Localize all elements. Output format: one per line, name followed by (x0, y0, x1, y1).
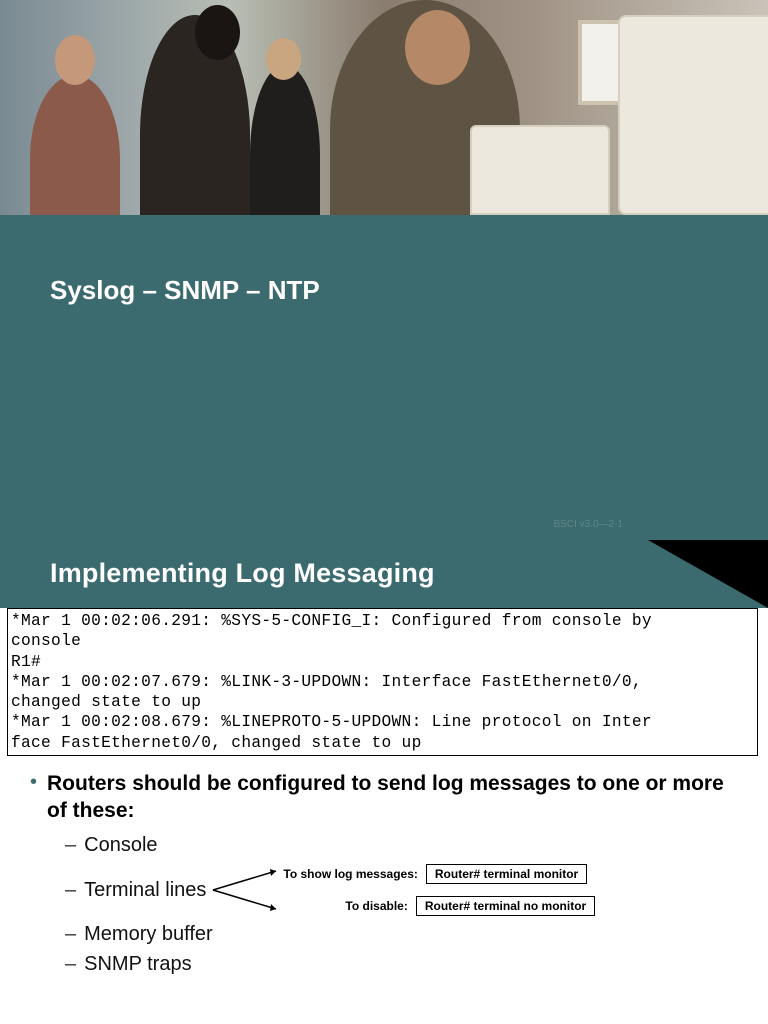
hero-person (30, 75, 120, 215)
bullet-icon: • (30, 771, 37, 794)
command-box: Router# terminal monitor (426, 864, 587, 884)
dash-icon: – (65, 879, 76, 902)
dash-icon: – (65, 923, 76, 946)
command-row-disable: To disable: Router# terminal no monitor (283, 896, 595, 916)
hero-image (0, 0, 768, 215)
log-line: face FastEthernet0/0, changed state to u… (11, 733, 754, 753)
log-line: R1# (11, 652, 754, 672)
list-item-console: – Console (65, 834, 738, 857)
corner-triangle (648, 540, 768, 608)
command-label: To show log messages: (283, 867, 417, 881)
hero-person (250, 65, 320, 215)
section-title: Implementing Log Messaging (50, 558, 435, 589)
list-item-label: Terminal lines (84, 879, 206, 902)
hero-head (405, 10, 470, 85)
connector-arrows-icon (208, 865, 283, 915)
log-line: changed state to up (11, 692, 754, 712)
command-row-show: To show log messages: Router# terminal m… (283, 864, 595, 884)
log-line: console (11, 631, 754, 651)
list-item-memory: – Memory buffer (65, 923, 738, 946)
content-area: • Routers should be configured to send l… (0, 756, 768, 977)
dash-icon: – (65, 834, 76, 857)
list-item-label: Console (84, 834, 157, 857)
list-item-label: SNMP traps (84, 953, 191, 976)
main-bullet-text: Routers should be configured to send log… (47, 770, 738, 825)
log-line: *Mar 1 00:02:07.679: %LINK-3-UPDOWN: Int… (11, 672, 754, 692)
list-item-snmp: – SNMP traps (65, 953, 738, 976)
log-line: *Mar 1 00:02:08.679: %LINEPROTO-5-UPDOWN… (11, 712, 754, 732)
command-label: To disable: (345, 899, 407, 913)
hero-monitor (618, 15, 768, 215)
main-bullet: • Routers should be configured to send l… (30, 770, 738, 825)
list-item-terminal: – Terminal lines To show log messages: R… (65, 864, 738, 916)
slide-footer: BSCI v3.0—2-1 (554, 519, 623, 530)
slide-title: Syslog – SNMP – NTP (50, 275, 320, 306)
hero-monitor (470, 125, 610, 215)
dash-icon: – (65, 953, 76, 976)
section-title-band: Implementing Log Messaging (0, 540, 768, 608)
title-band: Syslog – SNMP – NTP BSCI v3.0—2-1 (0, 215, 768, 540)
log-line: *Mar 1 00:02:06.291: %SYS-5-CONFIG_I: Co… (11, 611, 754, 631)
hero-head (55, 35, 95, 85)
hero-head (266, 38, 301, 80)
list-item-label: Memory buffer (84, 923, 213, 946)
log-output-box: *Mar 1 00:02:06.291: %SYS-5-CONFIG_I: Co… (7, 608, 758, 756)
command-box: Router# terminal no monitor (416, 896, 595, 916)
hero-head (195, 5, 240, 60)
command-column: To show log messages: Router# terminal m… (283, 864, 595, 916)
